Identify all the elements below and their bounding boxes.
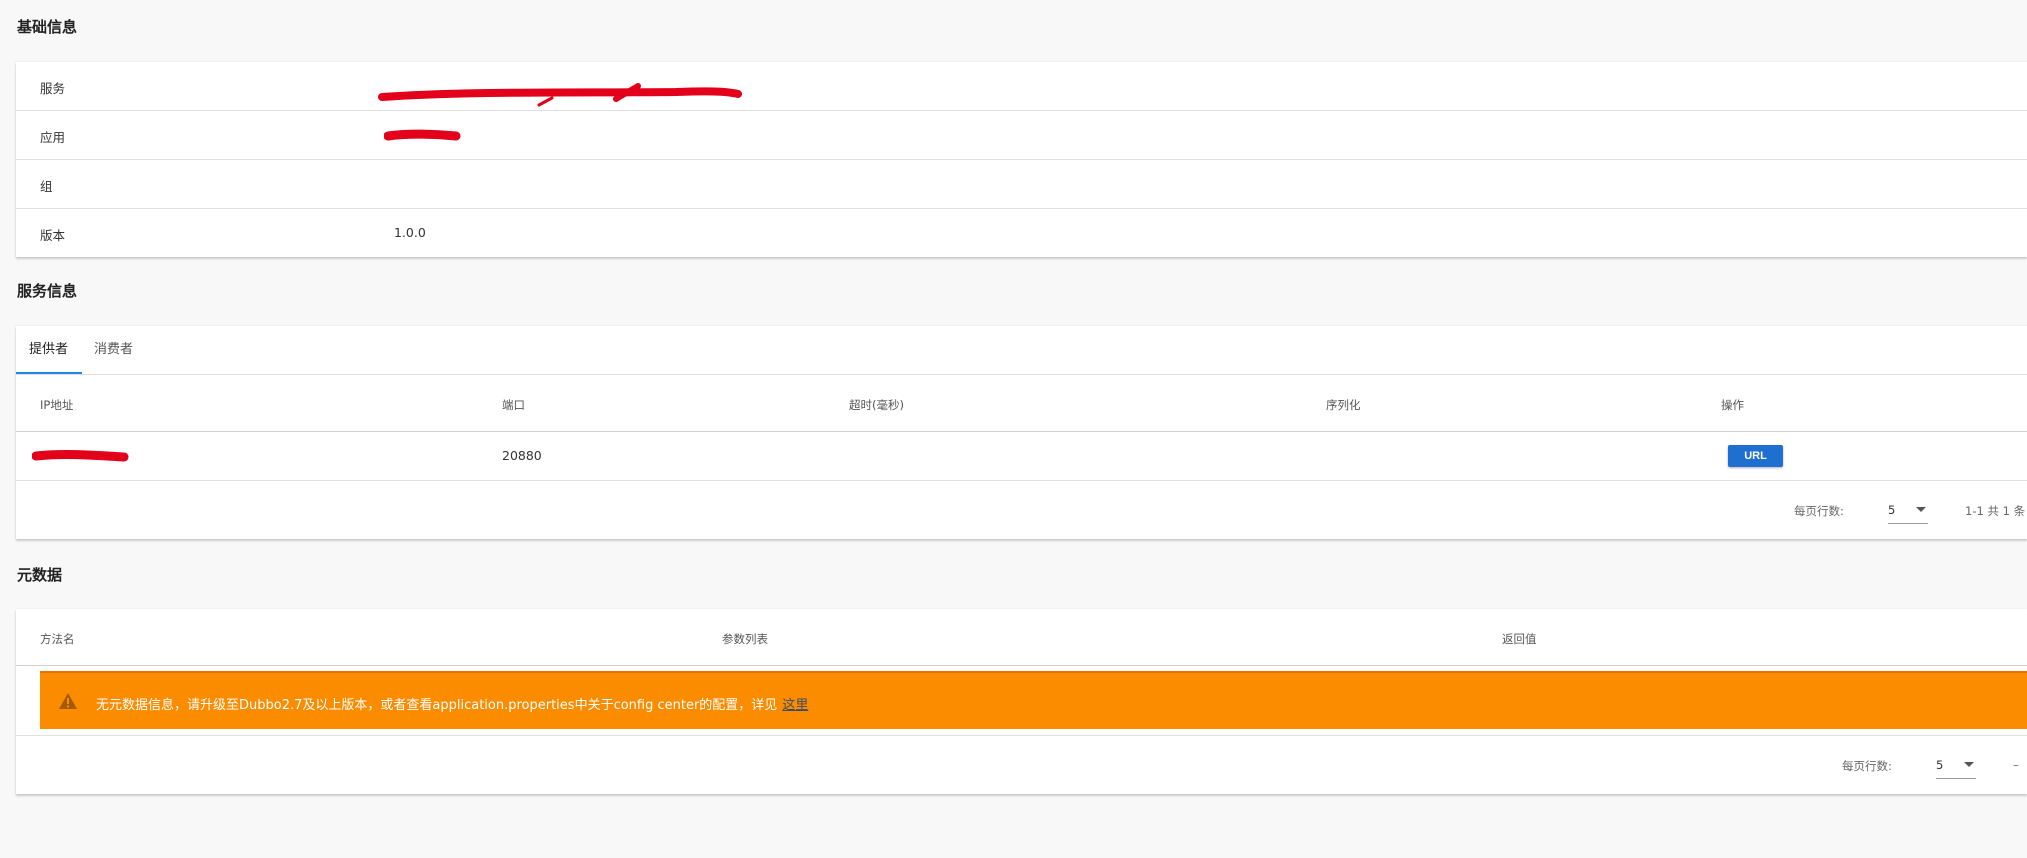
table-row: 20880 URL [16, 432, 2027, 481]
column-port: 端口 [502, 398, 525, 412]
no-metadata-alert: 无元数据信息，请升级至Dubbo2.7及以上版本，或者查看application… [40, 671, 2027, 729]
column-timeout: 超时(毫秒) [849, 398, 904, 412]
service-info-title: 服务信息 [17, 282, 78, 300]
version-value: 1.0.0 [394, 225, 426, 240]
column-serialization: 序列化 [1326, 398, 1361, 412]
tab-providers[interactable]: 提供者 [29, 326, 68, 374]
rows-per-page-select[interactable]: 5 [1936, 752, 1976, 779]
alert-message: 无元数据信息，请升级至Dubbo2.7及以上版本，或者查看application… [96, 694, 808, 713]
metadata-pagination: 每页行数: 5 – [16, 736, 2027, 794]
service-label: 服务 [40, 81, 66, 96]
rows-per-page-value: 5 [1888, 503, 1896, 517]
info-row-service: 服务 [16, 62, 2027, 111]
metadata-empty-row: 无元数据信息，请升级至Dubbo2.7及以上版本，或者查看application… [16, 666, 2027, 736]
url-button[interactable]: URL [1728, 445, 1783, 467]
version-label: 版本 [40, 228, 66, 243]
provider-pagination: 每页行数: 5 1-1 共 1 条 [16, 481, 2027, 539]
rows-per-page-value: 5 [1936, 758, 1944, 772]
group-label: 组 [40, 179, 53, 194]
chevron-down-icon [1916, 507, 1926, 512]
service-info-card: 提供者 消费者 IP地址 端口 超时(毫秒) 序列化 操作 20880 URL … [16, 326, 2027, 539]
application-label: 应用 [40, 130, 66, 145]
info-row-version: 版本 1.0.0 [16, 209, 2027, 257]
alert-text: 无元数据信息，请升级至Dubbo2.7及以上版本，或者查看application… [96, 698, 778, 713]
active-tab-indicator [16, 372, 82, 374]
info-row-group: 组 [16, 160, 2027, 209]
column-ip: IP地址 [40, 398, 74, 412]
column-parameters: 参数列表 [722, 632, 768, 646]
provider-table-header: IP地址 端口 超时(毫秒) 序列化 操作 [16, 375, 2027, 432]
info-row-application: 应用 [16, 111, 2027, 160]
metadata-card: 方法名 参数列表 返回值 无元数据信息，请升级至Dubbo2.7及以上版本，或者… [16, 609, 2027, 794]
metadata-title: 元数据 [17, 566, 63, 584]
provider-port: 20880 [502, 448, 542, 463]
alert-help-link[interactable]: 这里 [782, 698, 808, 713]
basic-info-card: 服务 应用 组 版本 1.0.0 [16, 62, 2027, 257]
column-method-name: 方法名 [40, 632, 75, 646]
rows-per-page-label: 每页行数: [1794, 504, 1844, 518]
column-actions: 操作 [1721, 398, 1744, 412]
metadata-table-header: 方法名 参数列表 返回值 [16, 609, 2027, 666]
service-tabs: 提供者 消费者 [16, 326, 2027, 375]
redaction-mark [378, 83, 742, 107]
rows-per-page-label: 每页行数: [1842, 759, 1892, 773]
warning-icon [59, 693, 77, 709]
pagination-range: 1-1 共 1 条 [1965, 504, 2026, 518]
redaction-mark [384, 129, 461, 141]
column-return-value: 返回值 [1502, 632, 1537, 646]
tab-consumers[interactable]: 消费者 [94, 326, 133, 374]
chevron-down-icon [1964, 762, 1974, 767]
pagination-range: – [2013, 758, 2019, 772]
redaction-mark [32, 449, 129, 462]
rows-per-page-select[interactable]: 5 [1888, 497, 1928, 524]
basic-info-title: 基础信息 [17, 18, 78, 36]
